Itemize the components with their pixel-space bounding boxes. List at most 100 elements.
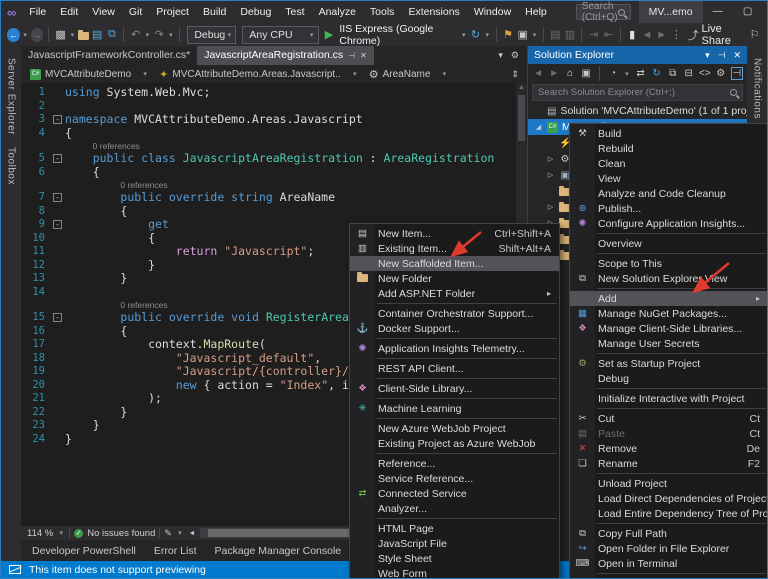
menu-item-machine-learning[interactable]: ✳Machine Learning (350, 401, 559, 416)
collapse-region-icon[interactable]: - (53, 313, 62, 322)
scroll-up-icon[interactable]: ▲ (516, 83, 527, 93)
menu-git[interactable]: Git (122, 6, 149, 18)
horizontal-scrollbar-thumb[interactable] (208, 529, 358, 537)
menu-item-initialize-interactive-with-project[interactable]: Initialize Interactive with Project (570, 391, 768, 406)
collapsed-icon[interactable]: ▷ (546, 171, 555, 179)
menu-item-new-folder[interactable]: New Folder (350, 271, 559, 286)
home-icon[interactable]: ⌂ (564, 68, 576, 79)
indent-icon-2[interactable]: ⇤ (602, 28, 615, 41)
menu-item-reference[interactable]: Reference... (350, 456, 559, 471)
menu-item-new-scaffolded-item[interactable]: New Scaffolded Item... (350, 256, 559, 271)
tree-item-solution-mvcattributedemo-1-of-1-project[interactable]: ▤Solution 'MVCAttributeDemo' (1 of 1 pro… (528, 103, 747, 119)
menu-item-add-asp-net-folder[interactable]: Add ASP.NET Folder▸ (350, 286, 559, 301)
live-share-icon[interactable]: ⤴ (687, 27, 700, 43)
chevron-down-icon[interactable]: ▾ (168, 31, 175, 39)
menu-item-view[interactable]: View (570, 171, 768, 186)
chevron-down-icon[interactable]: ▾ (531, 31, 538, 39)
solution-explorer-search-input[interactable]: Search Solution Explorer (Ctrl+;) (532, 84, 743, 101)
menu-item-web-form[interactable]: Web Form (350, 566, 559, 579)
chevron-down-icon[interactable]: ▾ (176, 529, 184, 537)
menu-item-service-reference[interactable]: Service Reference... (350, 471, 559, 486)
menu-item-style-sheet[interactable]: Style Sheet (350, 551, 559, 566)
menu-item-javascript-file[interactable]: JavaScript File (350, 536, 559, 551)
collapse-region-icon[interactable]: - (53, 220, 62, 229)
menu-item-publish[interactable]: ⊛Publish... (570, 201, 768, 216)
code-line[interactable]: 1using System.Web.Mvc; (21, 86, 527, 100)
chevron-down-icon[interactable]: ▾ (705, 50, 710, 61)
menu-item-load-entire-dependency-tree-of-project[interactable]: Load Entire Dependency Tree of Project (570, 506, 768, 521)
code-line[interactable]: 4{ (21, 127, 527, 141)
menu-item-manage-nuget-packages[interactable]: ▦Manage NuGet Packages... (570, 306, 768, 321)
panel-tab-package-manager-console[interactable]: Package Manager Console (205, 545, 350, 557)
chevron-down-icon[interactable]: ▾ (484, 31, 491, 39)
wrench-icon[interactable]: ⚙ (715, 68, 727, 79)
split-window-icon[interactable]: ⇕ (511, 69, 523, 80)
code-line[interactable]: 3-namespace MVCAttributeDemo.Areas.Javas… (21, 113, 527, 127)
pencil-icon[interactable]: ✎ (164, 528, 172, 539)
menu-item-rebuild[interactable]: Rebuild (570, 141, 768, 156)
live-share-label[interactable]: Live Share (702, 23, 747, 47)
forward-icon[interactable]: → (31, 28, 44, 42)
pin-boxed-icon[interactable]: ⊣ (731, 67, 743, 80)
code-line[interactable]: 7- public override string AreaName (21, 191, 527, 205)
menu-item-paste[interactable]: ▤PasteCt (570, 426, 768, 441)
menu-file[interactable]: File (22, 6, 53, 18)
menu-item-new-item[interactable]: ▤New Item...Ctrl+Shift+A (350, 226, 559, 241)
menu-item-open-folder-in-file-explorer[interactable]: ↪Open Folder in File Explorer (570, 541, 768, 556)
chevron-down-icon[interactable]: ▾ (57, 529, 65, 537)
menu-test[interactable]: Test (278, 6, 311, 18)
back-icon[interactable]: ← (7, 28, 20, 42)
refresh-icon[interactable]: ↻ (469, 28, 482, 41)
menu-tools[interactable]: Tools (363, 6, 402, 18)
close-icon[interactable]: ✕ (360, 46, 367, 65)
menu-project[interactable]: Project (149, 6, 196, 18)
minimize-button[interactable]: — (703, 1, 733, 23)
feedback-icon[interactable]: ⚐ (748, 28, 761, 41)
bookmark-prev-icon[interactable]: ◄ (641, 29, 654, 41)
menu-item-html-page[interactable]: HTML Page (350, 521, 559, 536)
se-back-icon[interactable]: ◄ (532, 68, 544, 79)
vertical-scrollbar-thumb[interactable] (518, 95, 525, 141)
bookmark-next-icon[interactable]: ► (655, 29, 668, 41)
pending-icon[interactable]: ◔ (607, 68, 619, 79)
health-status[interactable]: No issues found (87, 528, 155, 539)
menu-build[interactable]: Build (196, 6, 233, 18)
chevron-down-icon[interactable]: ▾ (460, 31, 467, 39)
code-view-icon[interactable]: <> (699, 68, 711, 79)
menu-item-rename[interactable]: ❏RenameF2 (570, 456, 768, 471)
save-icon[interactable]: ▤ (91, 28, 104, 41)
preview-icon[interactable]: ▣ (516, 28, 529, 41)
code-line[interactable]: 5- public class JavascriptAreaRegistrati… (21, 152, 527, 166)
menu-item-copy-full-path[interactable]: ⧉Copy Full Path (570, 526, 768, 541)
menu-item-analyzer[interactable]: Analyzer... (350, 501, 559, 516)
menu-item-rest-api-client[interactable]: REST API Client... (350, 361, 559, 376)
nest-icon[interactable]: ⧉ (667, 68, 679, 79)
se-forward-icon[interactable]: ► (548, 68, 560, 79)
menu-item-connected-service[interactable]: ⇄Connected Service (350, 486, 559, 501)
menu-item-new-azure-webjob-project[interactable]: New Azure WebJob Project (350, 421, 559, 436)
menu-debug[interactable]: Debug (233, 6, 278, 18)
menu-item-analyze-and-code-cleanup[interactable]: Analyze and Code Cleanup (570, 186, 768, 201)
breadcrumb-mvcattributedemo-areas-javascript[interactable]: ✦MVCAttributeDemo.Areas.Javascript..▾ (154, 68, 364, 81)
menu-item-cut[interactable]: ✂CutCt (570, 411, 768, 426)
breadcrumb-areaname[interactable]: ⚙AreaName▾ (364, 68, 454, 81)
breadcrumb-mvcattributedemo[interactable]: C#MVCAttributeDemo▾ (25, 69, 154, 80)
switch-icon[interactable]: ⇄ (635, 68, 647, 79)
panel-tab-error-list[interactable]: Error List (145, 545, 206, 557)
code-line[interactable]: 2 (21, 100, 527, 114)
menu-window[interactable]: Window (467, 6, 518, 18)
menu-item-docker-support[interactable]: ⚓Docker Support... (350, 321, 559, 336)
run-target-label[interactable]: IIS Express (Google Chrome) (339, 23, 456, 47)
indent-icon-1[interactable]: ⇥ (587, 28, 600, 41)
collapse-region-icon[interactable]: - (53, 154, 62, 163)
save-all-icon[interactable]: ⧉ (106, 28, 119, 41)
list-icon-1[interactable]: ▤ (549, 28, 562, 41)
collapse-region-icon[interactable]: - (53, 115, 62, 124)
new-project-icon[interactable]: ▩ (54, 28, 67, 41)
menu-item-client-side-library[interactable]: ❖Client-Side Library... (350, 381, 559, 396)
menu-item-manage-user-secrets[interactable]: Manage User Secrets (570, 336, 768, 351)
menu-item-unload-project[interactable]: Unload Project (570, 476, 768, 491)
menu-item-container-orchestrator-support[interactable]: Container Orchestrator Support... (350, 306, 559, 321)
menu-item-application-insights-telemetry[interactable]: ✺Application Insights Telemetry... (350, 341, 559, 356)
menu-item-scope-to-this[interactable]: Scope to This (570, 256, 768, 271)
